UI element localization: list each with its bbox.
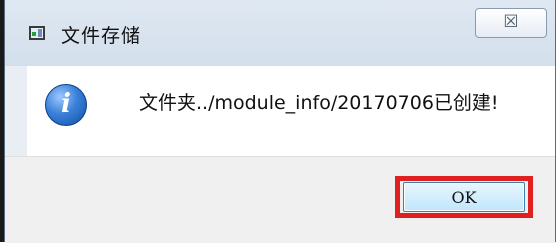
screenshot-frame: 文件存储 ☒ i 文件夹../module_info/20170706已创建! … bbox=[0, 0, 560, 243]
message-text: 文件夹../module_info/20170706已创建! bbox=[139, 92, 499, 114]
close-icon: ☒ bbox=[503, 12, 519, 32]
ok-button[interactable]: OK bbox=[403, 182, 525, 212]
message-dialog: 文件存储 ☒ i 文件夹../module_info/20170706已创建! … bbox=[4, 0, 556, 243]
title-bar[interactable]: 文件存储 ☒ bbox=[5, 0, 555, 66]
dialog-title: 文件存储 bbox=[61, 25, 142, 47]
info-icon-glyph: i bbox=[61, 89, 71, 119]
close-button[interactable]: ☒ bbox=[475, 8, 547, 38]
info-icon: i bbox=[45, 84, 87, 126]
button-bar: OK bbox=[5, 156, 555, 243]
ok-button-label: OK bbox=[451, 188, 477, 207]
message-area: i 文件夹../module_info/20170706已创建! bbox=[27, 66, 555, 156]
window-app-icon bbox=[29, 26, 45, 40]
